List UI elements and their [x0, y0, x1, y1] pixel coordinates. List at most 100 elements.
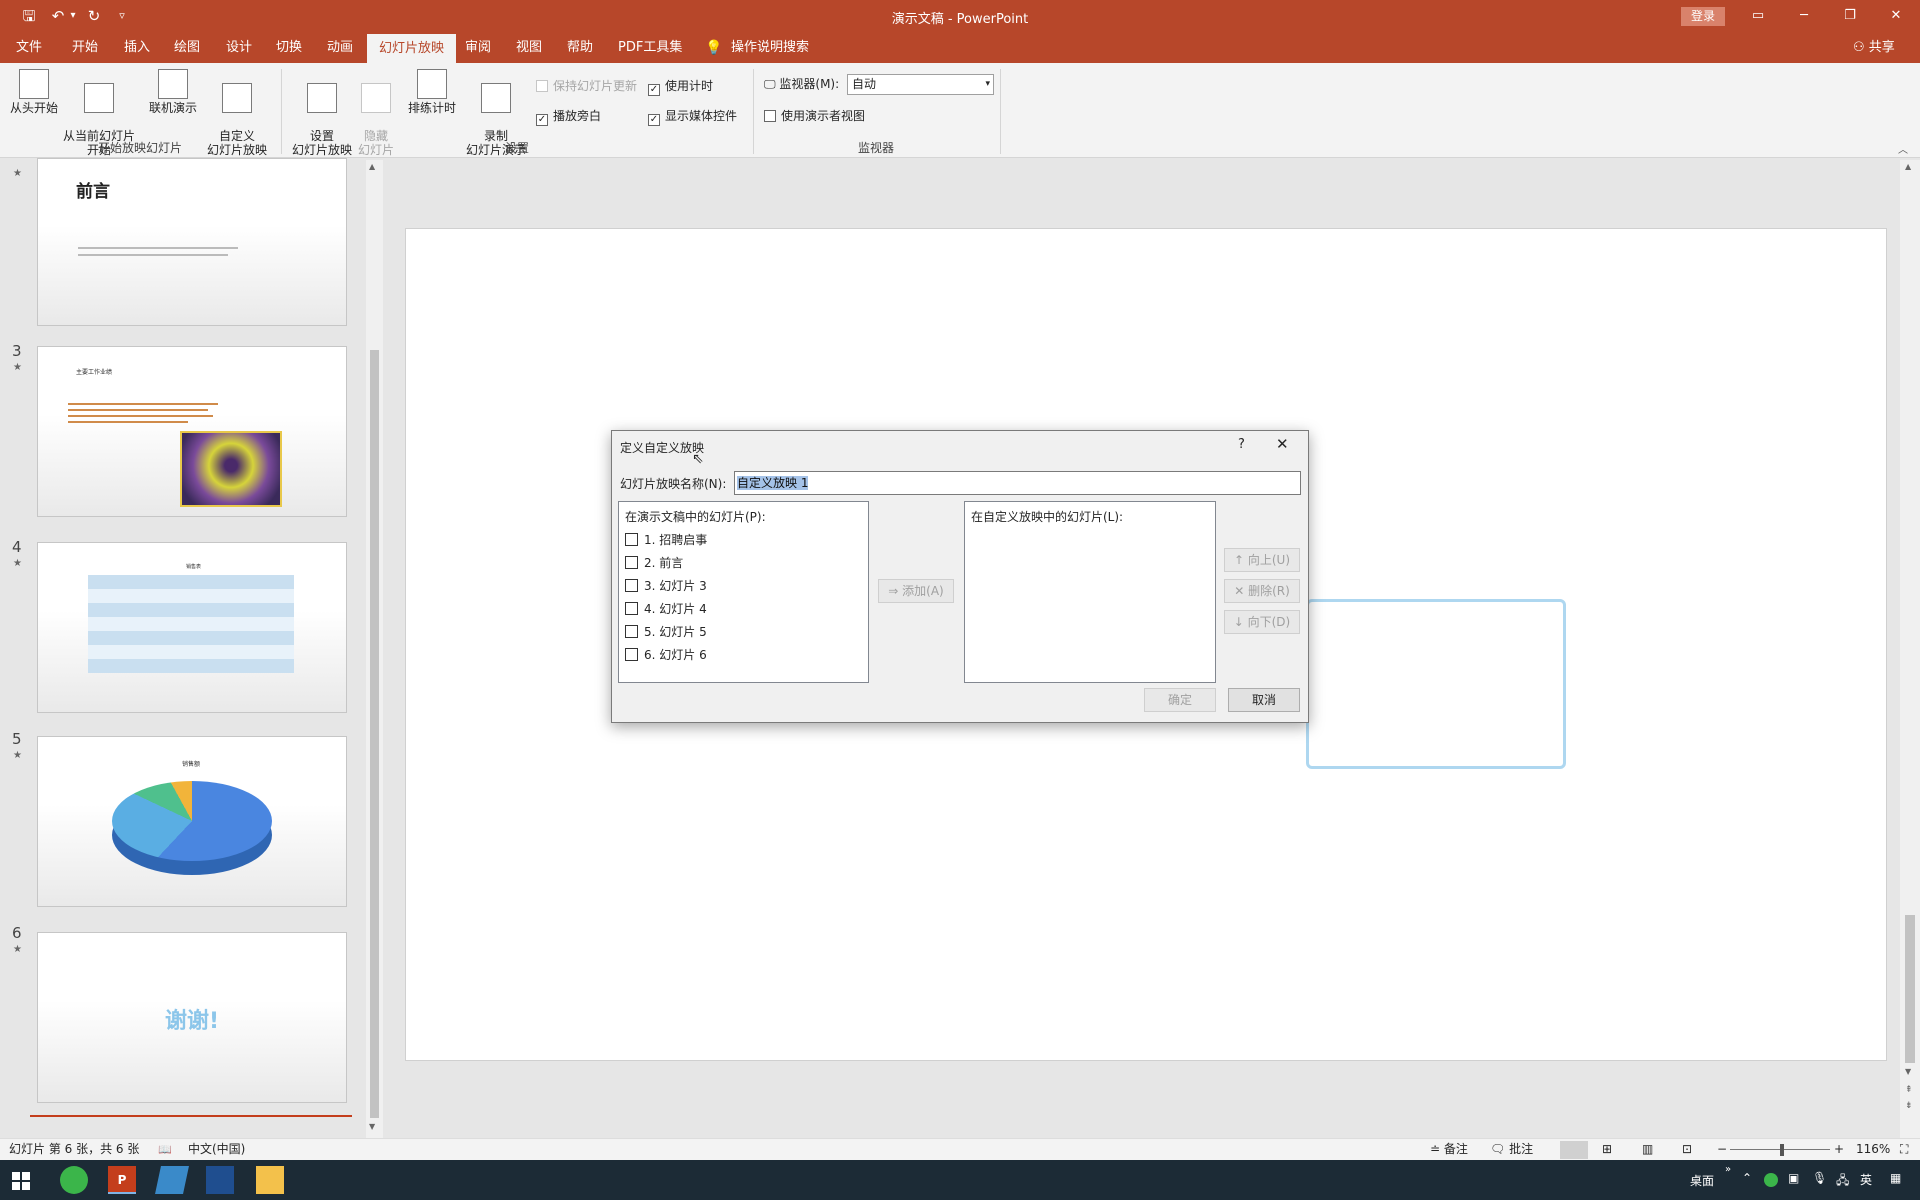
- notes-button[interactable]: ≐ 备注: [1430, 1139, 1468, 1160]
- ribbon-display-options-icon[interactable]: ▭: [1735, 0, 1781, 31]
- tell-me-search[interactable]: 操作说明搜索: [731, 38, 809, 58]
- recorder-app-icon[interactable]: [206, 1166, 234, 1194]
- scrollbar-thumb[interactable]: [1905, 915, 1915, 1063]
- slide-thumbnail-3[interactable]: 主要工作业绩: [37, 346, 347, 517]
- ok-button[interactable]: 确定: [1144, 688, 1216, 712]
- powerpoint-app-icon[interactable]: P: [108, 1166, 136, 1194]
- scroll-down-arrow-icon[interactable]: ▼: [369, 1122, 375, 1131]
- custom-slideshow-button[interactable]: 自定义 幻灯片放映: [202, 69, 272, 157]
- remove-button[interactable]: ✕ 删除(R): [1224, 579, 1300, 603]
- slide-list-item[interactable]: 2. 前言: [625, 554, 683, 571]
- slide-list-item[interactable]: 1. 招聘启事: [625, 531, 707, 548]
- keep-slides-updated-checkbox[interactable]: 保持幻灯片更新: [536, 79, 637, 93]
- tab-design[interactable]: 设计: [226, 38, 252, 58]
- minimize-icon[interactable]: ─: [1781, 0, 1827, 31]
- slide-thumbnail-6[interactable]: 谢谢!: [37, 932, 347, 1103]
- tab-draw[interactable]: 绘图: [174, 38, 200, 58]
- thumbnail-title: 销售额: [182, 761, 201, 768]
- move-down-button[interactable]: ↓ 向下(D): [1224, 610, 1300, 634]
- zoom-in-icon[interactable]: +: [1834, 1139, 1844, 1160]
- tray-app2-icon[interactable]: ▣: [1788, 1171, 1799, 1185]
- windows-start-icon[interactable]: [12, 1172, 30, 1190]
- ime-mode-icon[interactable]: ▦: [1890, 1171, 1901, 1185]
- play-narrations-checkbox[interactable]: ✓ 播放旁白: [536, 109, 601, 126]
- slide-scrollbar[interactable]: ▲ ▼ ⇞ ⇟: [1900, 160, 1920, 1138]
- tab-insert[interactable]: 插入: [124, 38, 150, 58]
- window-close-icon[interactable]: ✕: [1873, 0, 1919, 31]
- slide-thumbnail-5[interactable]: 销售额: [37, 736, 347, 907]
- slide-thumbnail-4[interactable]: 销售表: [37, 542, 347, 713]
- thumbnail-scrollbar[interactable]: ▲ ▼: [366, 160, 383, 1138]
- slide-list-item[interactable]: 5. 幻灯片 5: [625, 623, 707, 640]
- slideshow-view-icon[interactable]: ⊡: [1682, 1139, 1692, 1160]
- thumbnail-title: 主要工作业绩: [76, 369, 113, 376]
- normal-view-icon[interactable]: [1560, 1141, 1588, 1159]
- browser-app-icon[interactable]: [60, 1166, 88, 1194]
- reading-view-icon[interactable]: ▥: [1642, 1139, 1653, 1160]
- from-beginning-button[interactable]: 从头开始: [8, 69, 60, 115]
- scroll-up-arrow-icon[interactable]: ▲: [369, 162, 375, 171]
- slide-list-item[interactable]: 3. 幻灯片 3: [625, 577, 707, 594]
- slide-item-label: 4. 幻灯片 4: [644, 602, 707, 616]
- login-button[interactable]: 登录: [1681, 7, 1725, 26]
- list-header: 在演示文稿中的幻灯片(P):: [625, 510, 766, 524]
- ime-indicator[interactable]: 英: [1860, 1171, 1872, 1188]
- tab-pdf-tools[interactable]: PDF工具集: [618, 38, 682, 58]
- network-icon[interactable]: 🖧: [1836, 1171, 1849, 1192]
- use-timings-checkbox[interactable]: ✓ 使用计时: [648, 79, 713, 96]
- help-icon[interactable]: ?: [1238, 437, 1245, 452]
- scroll-up-arrow-icon[interactable]: ▲: [1905, 162, 1911, 171]
- tab-help[interactable]: 帮助: [567, 38, 593, 58]
- slide-sorter-icon[interactable]: ⊞: [1602, 1139, 1612, 1160]
- collapse-ribbon-icon[interactable]: ︿: [1898, 141, 1908, 156]
- tab-view[interactable]: 视图: [516, 38, 542, 58]
- slide-list-item[interactable]: 6. 幻灯片 6: [625, 646, 707, 663]
- add-button[interactable]: ⇒ 添加(A): [878, 579, 954, 603]
- microphone-icon[interactable]: 🎙: [1812, 1171, 1827, 1185]
- presenter-view-checkbox[interactable]: 使用演示者视图: [764, 109, 865, 123]
- slide-list-item[interactable]: 4. 幻灯片 4: [625, 600, 707, 617]
- desktop-toolbar-label[interactable]: 桌面: [1690, 1172, 1714, 1189]
- tab-home[interactable]: 开始: [72, 38, 98, 58]
- cancel-button[interactable]: 取消: [1228, 688, 1300, 712]
- previous-slide-icon[interactable]: ⇞: [1905, 1085, 1913, 1095]
- rehearse-timings-button[interactable]: 排练计时: [404, 69, 460, 115]
- close-icon[interactable]: ✕: [1276, 435, 1289, 453]
- globe-icon: [158, 69, 188, 99]
- present-online-button[interactable]: 联机演示: [145, 69, 201, 115]
- zoom-level[interactable]: 116%: [1856, 1139, 1890, 1160]
- restore-icon[interactable]: ❐: [1827, 0, 1873, 31]
- scroll-down-arrow-icon[interactable]: ▼: [1905, 1067, 1911, 1076]
- next-slide-icon[interactable]: ⇟: [1905, 1101, 1913, 1111]
- notes-app-icon[interactable]: [155, 1166, 189, 1194]
- show-media-controls-checkbox[interactable]: ✓ 显示媒体控件: [648, 109, 737, 126]
- hide-slide-button[interactable]: 隐藏 幻灯片: [355, 69, 397, 157]
- tab-transitions[interactable]: 切换: [276, 38, 302, 58]
- tray-up-arrow-icon[interactable]: ⌃: [1742, 1171, 1752, 1185]
- spellcheck-icon[interactable]: 📖: [158, 1139, 172, 1160]
- slide-text-art: [1306, 599, 1566, 769]
- tray-app-icon[interactable]: [1764, 1173, 1778, 1187]
- custom-show-slides-list[interactable]: 在自定义放映中的幻灯片(L):: [964, 501, 1216, 683]
- tab-review[interactable]: 审阅: [465, 38, 491, 58]
- show-name-input[interactable]: 自定义放映 1: [734, 471, 1301, 495]
- toolbar-expand-icon[interactable]: »: [1725, 1164, 1731, 1175]
- tab-animations[interactable]: 动画: [327, 38, 353, 58]
- setup-slideshow-button[interactable]: 设置 幻灯片放映: [290, 69, 354, 157]
- monitor-select[interactable]: 自动 ▾: [847, 74, 994, 95]
- fit-slide-icon[interactable]: ⛶: [1900, 1139, 1908, 1160]
- comments-button[interactable]: 🗨 批注: [1490, 1139, 1533, 1160]
- tab-slide-show[interactable]: 幻灯片放映: [367, 34, 457, 63]
- presentation-slides-list[interactable]: 在演示文稿中的幻灯片(P): 1. 招聘启事 2. 前言 3. 幻灯片 3 4.…: [618, 501, 869, 683]
- scrollbar-thumb[interactable]: [370, 350, 379, 1118]
- move-up-button[interactable]: ↑ 向上(U): [1224, 548, 1300, 572]
- arrow-up-icon: ↑: [1233, 553, 1248, 567]
- zoom-slider-thumb[interactable]: [1780, 1144, 1784, 1156]
- tab-file[interactable]: 文件: [16, 38, 42, 58]
- file-explorer-icon[interactable]: [256, 1166, 284, 1194]
- zoom-out-icon[interactable]: −: [1717, 1139, 1727, 1160]
- slide-thumbnail-2[interactable]: 前言: [37, 158, 347, 326]
- share-button[interactable]: ⚇ 共享: [1853, 38, 1895, 58]
- slide-item-label: 5. 幻灯片 5: [644, 625, 707, 639]
- language-indicator[interactable]: 中文(中国): [188, 1139, 245, 1160]
